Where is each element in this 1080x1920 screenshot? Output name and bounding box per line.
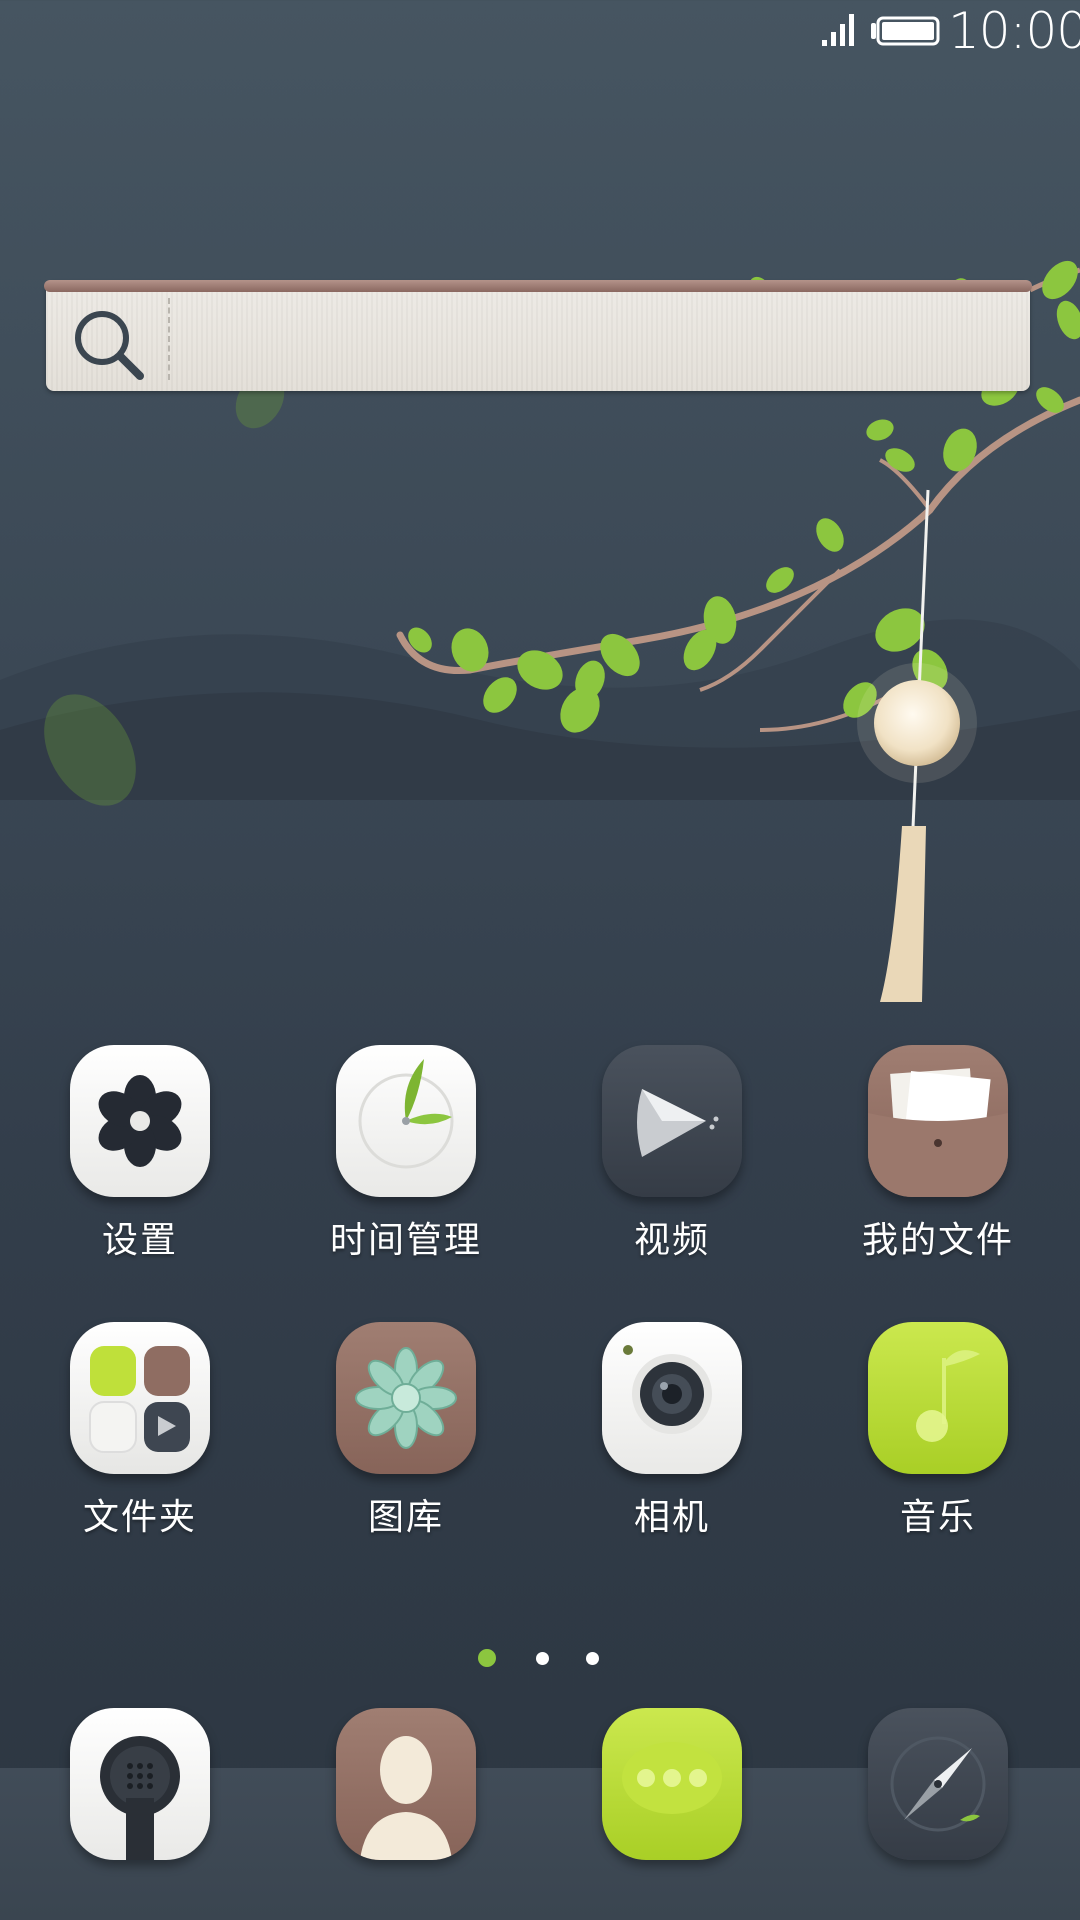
search-widget-rod bbox=[44, 280, 1032, 292]
camera-icon bbox=[602, 1322, 742, 1474]
app-label: 相机 bbox=[633, 1497, 710, 1538]
app-camera[interactable]: 相机 bbox=[562, 1322, 762, 1562]
gallery-succulent-icon bbox=[336, 1322, 476, 1474]
app-music[interactable]: 音乐 bbox=[828, 1322, 1028, 1562]
folder-pocket-icon bbox=[868, 1045, 1008, 1197]
phone-icon[interactable] bbox=[70, 1708, 210, 1860]
app-label: 设置 bbox=[101, 1220, 178, 1261]
messages-icon[interactable] bbox=[602, 1708, 742, 1860]
app-label: 音乐 bbox=[899, 1497, 976, 1538]
app-video[interactable]: 视频 bbox=[562, 1045, 762, 1285]
page-dot[interactable] bbox=[536, 1652, 549, 1665]
app-label: 图库 bbox=[367, 1497, 444, 1538]
clock: 10:00 bbox=[948, 2, 1080, 60]
video-play-icon bbox=[602, 1045, 742, 1197]
app-label: 视频 bbox=[633, 1220, 710, 1261]
settings-flower-icon bbox=[70, 1045, 210, 1197]
app-settings[interactable]: 设置 bbox=[30, 1045, 230, 1285]
app-label: 时间管理 bbox=[329, 1220, 482, 1261]
status-bar: 10:00 bbox=[0, 0, 1080, 64]
search-widget[interactable] bbox=[46, 281, 1030, 391]
app-gallery[interactable]: 图库 bbox=[296, 1322, 496, 1562]
search-divider bbox=[168, 298, 170, 380]
contacts-icon[interactable] bbox=[336, 1708, 476, 1860]
app-folder[interactable]: 文件夹 bbox=[30, 1322, 230, 1562]
app-label: 我的文件 bbox=[861, 1220, 1014, 1261]
page-indicator bbox=[470, 1646, 610, 1670]
battery-icon bbox=[871, 16, 940, 46]
clock-leaf-icon bbox=[336, 1045, 476, 1197]
page-dot-active[interactable] bbox=[478, 1649, 496, 1667]
app-time-management[interactable]: 时间管理 bbox=[296, 1045, 496, 1285]
signal-icon bbox=[822, 14, 854, 46]
folder-grid-icon bbox=[70, 1322, 210, 1474]
music-note-icon bbox=[868, 1322, 1008, 1474]
app-my-files[interactable]: 我的文件 bbox=[828, 1045, 1028, 1285]
page-dot[interactable] bbox=[586, 1652, 599, 1665]
app-label: 文件夹 bbox=[82, 1497, 197, 1538]
search-icon[interactable] bbox=[70, 306, 148, 384]
browser-compass-icon[interactable] bbox=[868, 1708, 1008, 1860]
